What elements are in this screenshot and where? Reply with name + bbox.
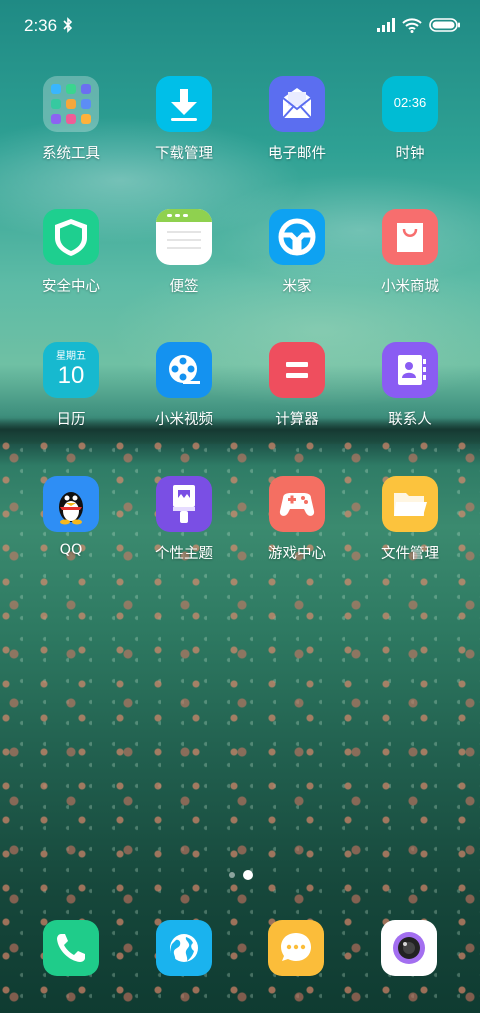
shield-icon [43, 209, 99, 265]
app-label: QQ [59, 542, 83, 558]
globe-icon [170, 934, 198, 962]
page-dot-active[interactable] [243, 870, 253, 880]
battery-icon [429, 18, 460, 32]
download-icon [156, 76, 212, 132]
shopping-bag-icon [382, 209, 438, 265]
clock-icon: 02:36 [382, 76, 438, 132]
film-reel-icon [156, 342, 212, 398]
app-security-center[interactable]: 安全中心 [16, 209, 126, 319]
app-mi-store[interactable]: 小米商城 [355, 209, 465, 319]
penguin-icon [43, 476, 99, 532]
bluetooth-icon [63, 17, 73, 33]
app-notes[interactable]: 便签 [129, 209, 239, 319]
app-mijia[interactable]: 米家 [242, 209, 352, 319]
notes-icon [156, 209, 212, 265]
dock-camera-button[interactable] [381, 920, 437, 976]
clock-icon-time: 02:36 [393, 95, 427, 110]
app-download-manager[interactable]: 下载管理 [129, 76, 239, 186]
app-label: 小米商城 [381, 279, 439, 295]
app-label: 计算器 [275, 412, 319, 428]
app-label: 日历 [56, 412, 86, 428]
paint-brush-icon [156, 476, 212, 532]
camera-lens-icon [393, 932, 425, 964]
app-mi-video[interactable]: 小米视频 [129, 342, 239, 452]
calendar-icon: 星期五 10 [43, 342, 99, 398]
steering-wheel-icon [269, 209, 325, 265]
app-label: 时钟 [395, 146, 425, 162]
app-email[interactable]: 电子邮件 [242, 76, 352, 186]
mail-icon [269, 76, 325, 132]
app-label: 安全中心 [42, 279, 100, 295]
app-label: 游戏中心 [268, 546, 326, 562]
app-clock[interactable]: 02:36 时钟 [355, 76, 465, 186]
chat-bubble-icon [281, 933, 311, 961]
app-qq[interactable]: QQ [16, 476, 126, 586]
app-label: 便签 [169, 279, 199, 295]
folder-icon [43, 76, 99, 132]
status-bar: 2:36 [0, 0, 480, 52]
app-label: 下载管理 [155, 146, 213, 162]
app-label: 米家 [282, 279, 312, 295]
dock-messages-button[interactable] [268, 920, 324, 976]
wifi-icon [402, 18, 422, 33]
calendar-weekday: 星期五 [56, 351, 86, 362]
dock-browser-button[interactable] [156, 920, 212, 976]
app-file-manager[interactable]: 文件管理 [355, 476, 465, 586]
app-label: 系统工具 [42, 146, 100, 162]
file-folder-icon [382, 476, 438, 532]
page-dot[interactable] [229, 872, 235, 878]
dock-phone-button[interactable] [43, 920, 99, 976]
equals-icon [269, 342, 325, 398]
phone-icon [57, 934, 85, 962]
app-calculator[interactable]: 计算器 [242, 342, 352, 452]
app-label: 小米视频 [155, 412, 213, 428]
signal-icon [377, 18, 395, 32]
app-themes[interactable]: 个性主题 [129, 476, 239, 586]
status-time: 2:36 [24, 16, 58, 35]
app-label: 电子邮件 [268, 146, 326, 162]
app-label: 联系人 [388, 412, 432, 428]
app-label: 个性主题 [155, 546, 213, 562]
app-label: 文件管理 [381, 546, 439, 562]
app-game-center[interactable]: 游戏中心 [242, 476, 352, 586]
calendar-day: 10 [57, 362, 85, 389]
app-calendar[interactable]: 星期五 10 日历 [16, 342, 126, 452]
contacts-icon [382, 342, 438, 398]
page-indicator [0, 869, 480, 881]
app-system-tools[interactable]: 系统工具 [16, 76, 126, 186]
app-contacts[interactable]: 联系人 [355, 342, 465, 452]
gamepad-icon [269, 476, 325, 532]
